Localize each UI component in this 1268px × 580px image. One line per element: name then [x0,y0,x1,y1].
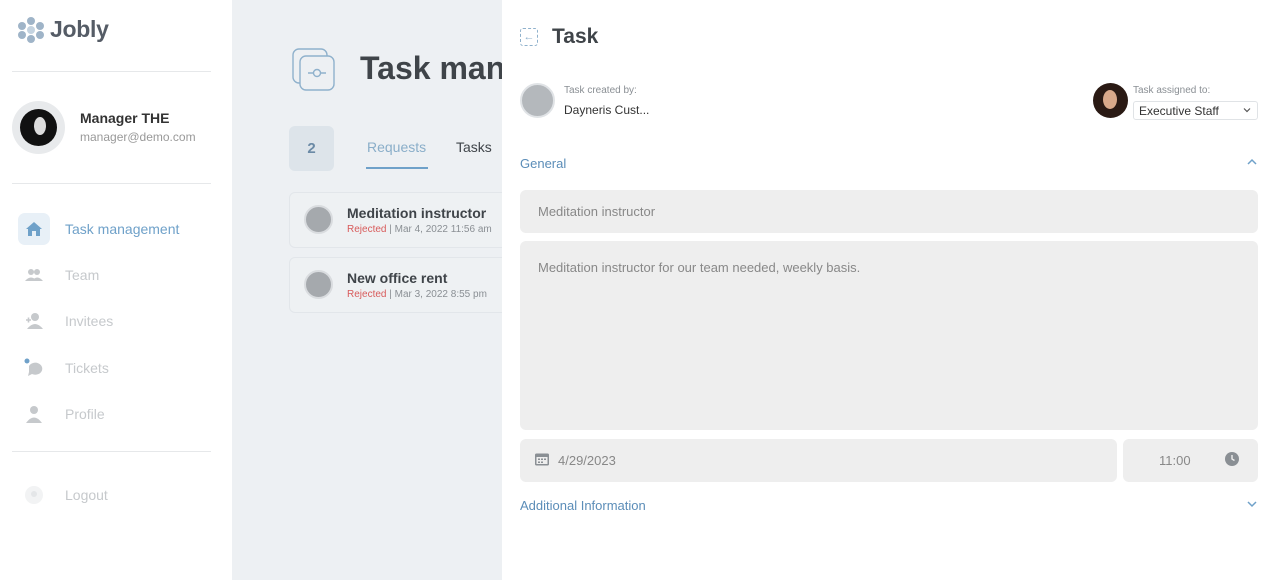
add-user-icon [18,305,50,337]
chevron-down-icon [1246,498,1258,513]
creator-avatar [520,83,555,118]
date-value: 4/29/2023 [558,453,616,468]
list-item[interactable]: Meditation instructor Rejected | Mar 4, … [289,192,502,248]
list-item[interactable]: New office rent Rejected | Mar 3, 2022 8… [289,257,502,313]
card-date: | Mar 3, 2022 8:55 pm [386,289,487,300]
chevron-down-icon [1242,104,1252,118]
avatar[interactable] [12,101,65,154]
sidebar-item-task-management[interactable]: Task management [18,213,218,245]
user-email: manager@demo.com [80,130,196,144]
logo-text: Jobly [50,16,109,42]
divider [12,71,211,72]
task-title-field[interactable]: Meditation instructor [520,190,1258,233]
logo[interactable]: Jobly [18,16,109,43]
sidebar-item-team[interactable]: Team [18,259,218,291]
time-field[interactable]: 11:00 [1123,439,1258,482]
sidebar-item-label: Team [65,267,100,283]
card-title: New office rent [347,270,448,286]
status-badge: Rejected [347,289,387,300]
card-meta: Rejected | Mar 4, 2022 11:56 am [347,224,492,235]
sidebar-item-label: Profile [65,406,105,422]
sidebar-item-label: Tickets [65,360,109,376]
task-panel: ← Task Task created by: Dayneris Cust...… [502,0,1268,580]
card-title: Meditation instructor [347,205,487,221]
sidebar-item-tickets[interactable]: Tickets [18,352,218,384]
creator-name: Dayneris Cust... [564,103,650,117]
additional-info-section-toggle[interactable]: Additional Information [520,498,1258,513]
team-icon [18,259,50,291]
avatar [304,270,333,299]
home-icon [18,213,50,245]
clock-icon [1224,451,1240,470]
calendar-icon [534,451,550,470]
assignee-label: Task assigned to: [1133,85,1211,96]
general-label: General [520,156,567,171]
assignee-avatar [1093,83,1128,118]
tab-requests[interactable]: Requests [367,139,426,155]
sidebar-item-profile[interactable]: Profile [18,398,218,430]
general-section-toggle[interactable]: General [520,156,1258,171]
user-name: Manager THE [80,110,170,126]
task-description-field[interactable]: Meditation instructor for our team neede… [520,241,1258,430]
sidebar-item-label: Task management [65,221,180,237]
chat-icon [18,352,50,384]
logo-icon [18,16,44,43]
sidebar: Jobly Manager THE manager@demo.com Task … [0,0,232,580]
task-management-icon [292,48,336,92]
chevron-up-icon [1246,156,1258,171]
assignee-value: Executive Staff [1139,103,1219,118]
date-field[interactable]: 4/29/2023 [520,439,1117,482]
logout-icon [18,479,50,511]
card-meta: Rejected | Mar 3, 2022 8:55 pm [347,289,487,300]
logout-label: Logout [65,487,108,503]
main-content: Task mana 2 Requests Tasks Meditation in… [232,0,502,580]
additional-info-label: Additional Information [520,498,646,513]
page-title: Task mana [360,50,502,86]
sidebar-item-invitees[interactable]: Invitees [18,305,218,337]
panel-title: Task [552,25,599,48]
tab-indicator [366,167,428,169]
divider [12,451,211,452]
divider [12,183,211,184]
assignee-select[interactable]: Executive Staff [1133,101,1258,120]
logout-button[interactable]: Logout [18,479,218,511]
tab-tasks[interactable]: Tasks [456,139,492,155]
person-icon [18,398,50,430]
count-badge: 2 [289,126,334,171]
avatar [304,205,333,234]
status-badge: Rejected [347,224,387,235]
time-value: 11:00 [1159,453,1191,468]
creator-label: Task created by: [564,85,637,96]
back-icon[interactable]: ← [520,28,538,46]
card-date: | Mar 4, 2022 11:56 am [386,224,492,235]
sidebar-item-label: Invitees [65,313,114,329]
